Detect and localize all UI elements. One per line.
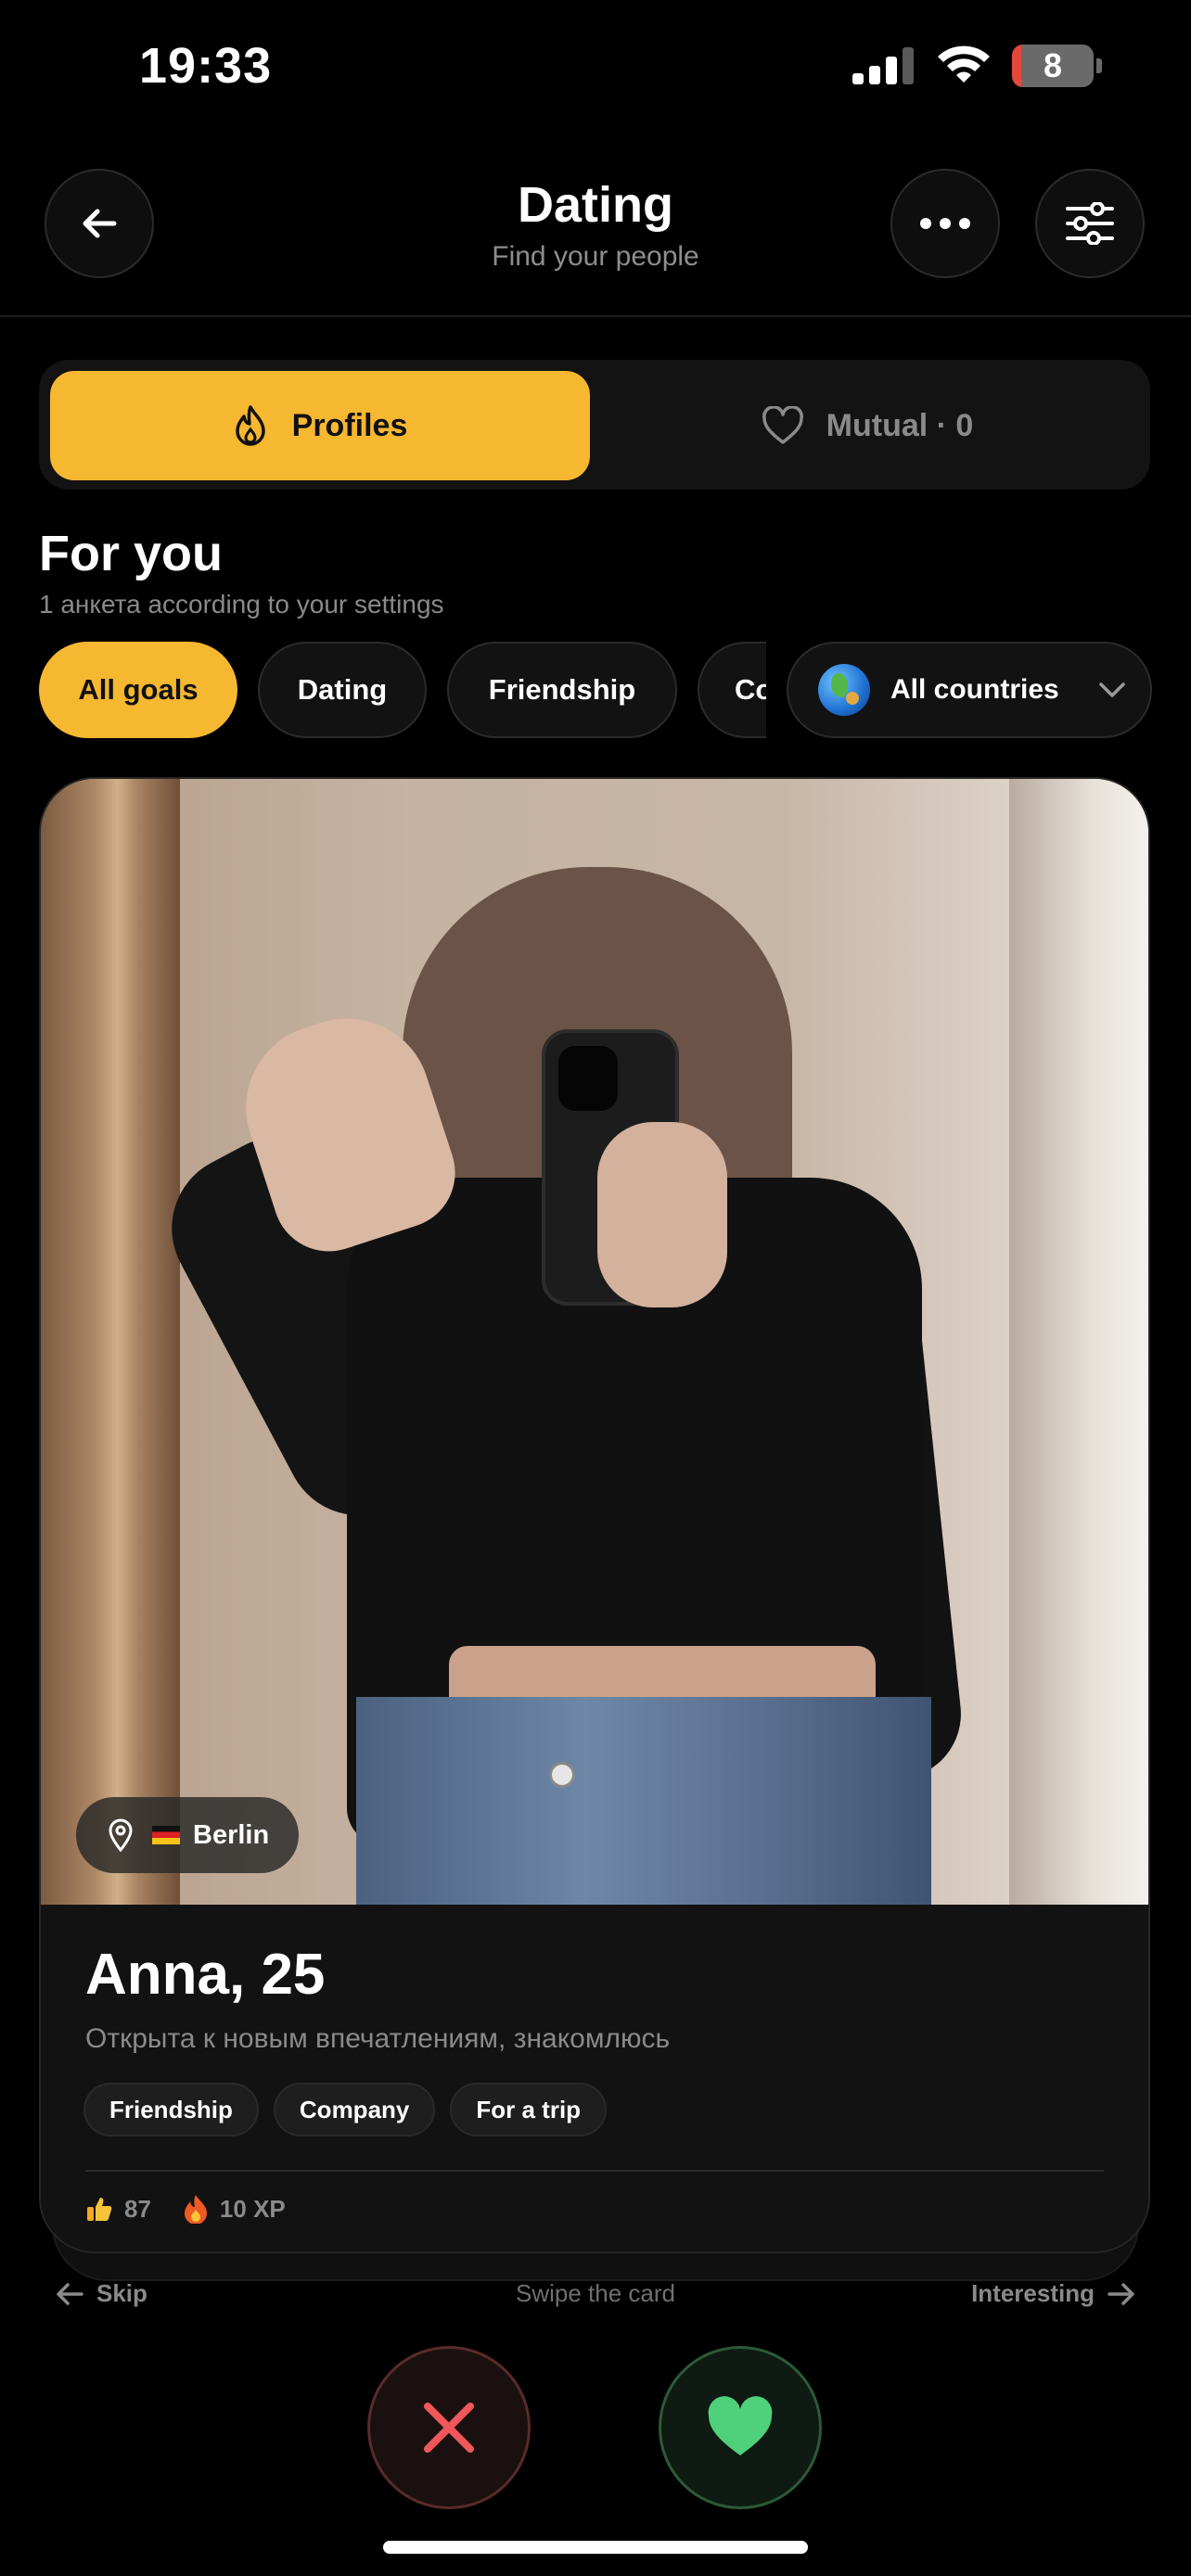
arrow-right-icon [1108,2282,1134,2305]
skip-button[interactable] [367,2346,531,2509]
interesting-hint-label: Interesting [971,2279,1095,2307]
profile-info: Anna, 25 Открыта к новым впечатлениям, з… [41,1905,1148,2251]
profile-bio: Открыта к новым впечатлениям, знакомлюсь [85,2023,671,2054]
more-button[interactable] [890,169,1000,278]
chip-clip: Co [698,642,766,738]
chip-dating[interactable]: Dating [258,642,427,738]
tag: Friendship [83,2083,259,2136]
xp-count: 10 XP [219,2194,286,2223]
header-divider [0,315,1191,317]
heart-filled-icon [708,2396,773,2455]
profile-photo[interactable]: Berlin [41,779,1148,1905]
profile-name: Anna, 25 [85,1943,326,2007]
battery-indicator: 8 [1012,45,1102,87]
xp-stat: 10 XP [183,2194,286,2224]
country-select-label: All countries [890,674,1059,705]
chip-all-goals[interactable]: All goals [39,642,237,738]
profile-card[interactable]: Berlin Anna, 25 Открыта к новым впечатле… [39,777,1150,2253]
location-pin-icon [109,1818,133,1852]
flame-icon [235,405,265,446]
home-indicator [383,2541,808,2554]
tab-profiles-label: Profiles [291,407,408,443]
section-title: For you [39,526,223,581]
tab-mutual-label: Mutual · 0 [826,407,974,443]
location-badge: Berlin [76,1797,299,1873]
more-dots-icon [920,218,970,229]
location-label: Berlin [193,1819,270,1850]
likes-stat: 87 [85,2194,151,2224]
filters-button[interactable] [1035,169,1145,278]
thumbs-up-icon [87,2198,112,2221]
heart-outline-icon [762,406,803,444]
chip-company-partial[interactable]: Co [698,642,766,738]
likes-count: 87 [124,2194,151,2223]
chevron-down-icon [1098,682,1125,697]
wifi-icon [938,45,990,83]
country-select[interactable]: All countries [787,642,1152,738]
info-divider [85,2170,1104,2172]
profile-tags: Friendship Company For a trip [83,2083,608,2136]
globe-icon [818,664,870,716]
tab-mutual[interactable]: Mutual · 0 [594,371,1141,480]
tag: For a trip [450,2083,608,2136]
fire-icon [184,2195,207,2224]
section-subtitle: 1 анкета according to your settings [39,590,444,618]
page-title: Dating [518,177,673,233]
close-icon [424,2403,474,2453]
profile-stats: 87 10 XP [85,2194,286,2224]
page-subtitle: Find your people [492,241,699,272]
sliders-icon [1066,202,1114,245]
like-button[interactable] [659,2346,822,2509]
status-time: 19:33 [139,38,273,94]
status-icons: 8 [852,45,1102,87]
battery-level: 8 [1043,46,1063,84]
chip-friendship[interactable]: Friendship [447,642,677,738]
interesting-hint: Interesting [971,2279,1135,2308]
tab-profiles[interactable]: Profiles [50,371,590,480]
tag: Company [273,2083,436,2136]
cellular-signal-icon [852,47,914,84]
germany-flag-icon [152,1826,180,1844]
